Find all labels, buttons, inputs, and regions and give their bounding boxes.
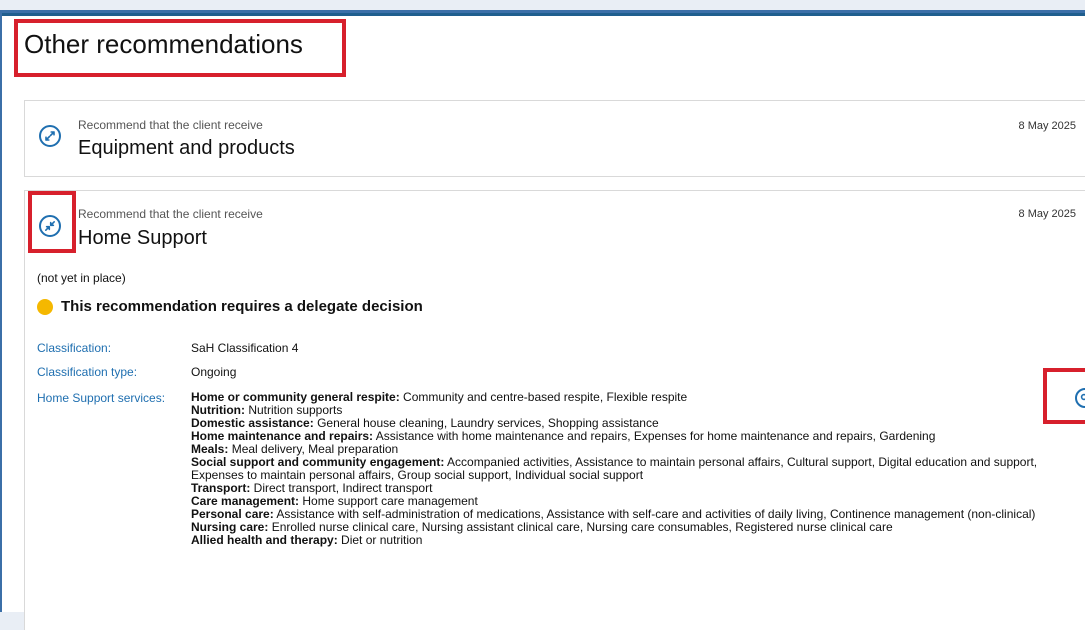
card-subtitle: Recommend that the client receive (78, 207, 263, 221)
recommendations-panel: Other recommendations Recommend that the… (0, 10, 1085, 630)
service-item: Allied health and therapy: Diet or nutri… (191, 533, 423, 547)
classification-label: Classification: (37, 341, 112, 355)
card-title: Equipment and products (78, 137, 295, 159)
classification-type-value: Ongoing (191, 365, 237, 379)
annotation-box-title (14, 19, 346, 77)
status-text: (not yet in place) (37, 271, 126, 285)
card-date: 8 May 2025 (1018, 208, 1076, 220)
card-subtitle: Recommend that the client receive (78, 118, 263, 132)
card-date: 8 May 2025 (1018, 120, 1076, 132)
recommendation-card-equipment[interactable]: Recommend that the client receive Equipm… (24, 100, 1085, 177)
card-title: Home Support (78, 227, 207, 249)
recommendation-card-home-support: Recommend that the client receive Home S… (24, 190, 1085, 630)
delegate-notice-text: This recommendation requires a delegate … (61, 298, 423, 315)
expand-icon[interactable] (39, 125, 61, 147)
top-accent-band (2, 13, 1085, 16)
services-list: Home or community general respite: Commu… (191, 391, 1071, 547)
delegate-notice: This recommendation requires a delegate … (37, 298, 423, 315)
annotation-box-collapse (28, 191, 76, 253)
annotation-box-search (1043, 368, 1085, 424)
classification-value: SaH Classification 4 (191, 341, 299, 355)
services-label: Home Support services: (37, 391, 166, 405)
warning-dot-icon (37, 298, 53, 315)
service-item: Social support and community engagement:… (191, 455, 1038, 482)
classification-type-label: Classification type: (37, 365, 138, 379)
